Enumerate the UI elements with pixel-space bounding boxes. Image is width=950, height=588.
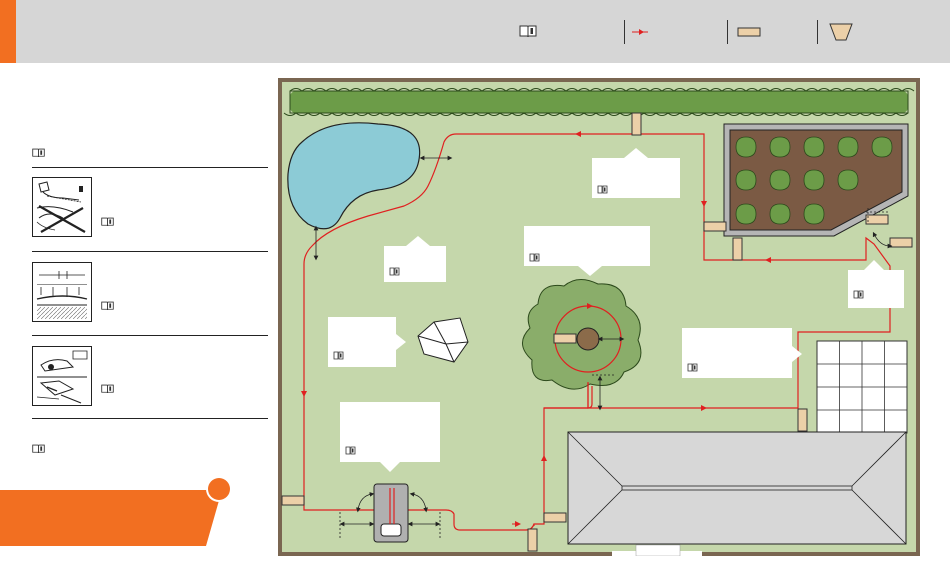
header-accent-stripe [0,0,16,63]
sidebar-thumbnail-2 [32,262,92,322]
sidebar-divider [32,418,268,419]
vegetable-plant [837,136,859,158]
legend-separator [727,20,728,44]
house-roof [567,431,907,545]
book-icon [519,25,537,38]
vegetable-plant [735,203,757,225]
sidebar-divider [32,335,268,336]
legend-separator [817,20,818,44]
sidebar-divider [32,167,268,168]
book-icon [101,384,114,393]
book-icon [32,148,45,157]
header-bar [0,0,950,63]
funnel-symbol-icon [829,23,853,41]
patio-tiles [816,340,908,434]
vegetable-plant [769,136,791,158]
book-icon [32,444,45,453]
page-tab [0,476,232,546]
vegetable-plant [871,136,893,158]
cable-laying-illustration-icon [36,181,86,233]
vegetable-plant [803,136,825,158]
charging-station [373,483,409,543]
tree [522,279,642,390]
book-icon [101,217,114,226]
legend-separator [624,20,625,44]
vegetable-plant [769,203,791,225]
hedge [283,88,915,116]
book-icon [101,301,114,310]
vegetable-plant [803,203,825,225]
vegetable-plant [735,136,757,158]
wire-symbol-icon [632,29,648,35]
vegetable-plant [735,169,757,191]
peg-symbol-icon [737,27,761,37]
mower-cutting-illustration-icon [36,350,88,404]
vegetable-plant [803,169,825,191]
cable-depth-illustration-icon [36,271,88,319]
sidebar-divider [32,251,268,252]
sidebar-thumbnail-3 [32,346,92,406]
sidebar-thumbnail-1 [32,177,92,237]
vegetable-plant [837,169,859,191]
gate-opening [635,544,681,556]
vegetable-plant [769,169,791,191]
garden-plan [278,78,920,556]
